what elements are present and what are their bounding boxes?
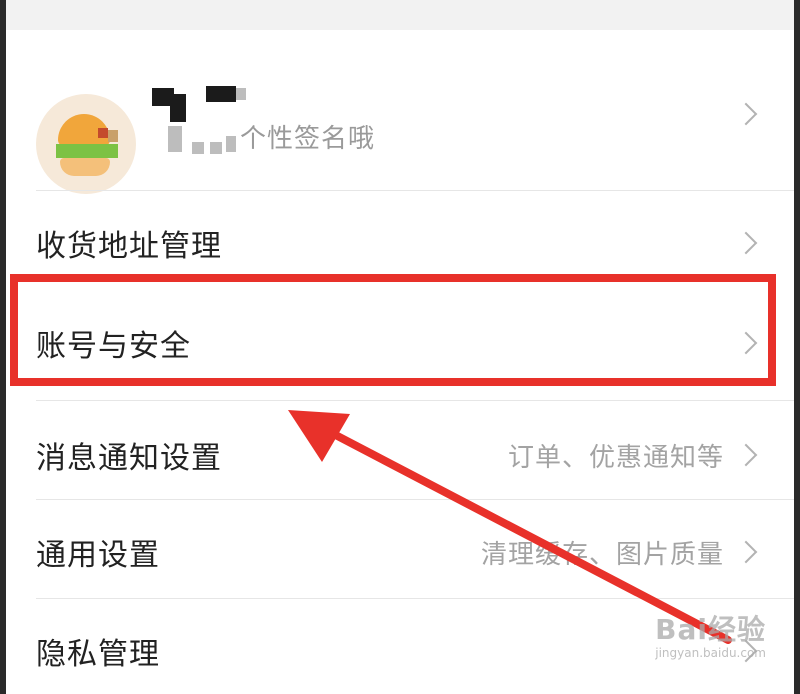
menu-item-label: 通用设置 <box>36 538 160 573</box>
chevron-right-icon <box>734 231 758 255</box>
watermark-sub: jingyan.baidu.com <box>655 646 766 660</box>
chevron-right-icon <box>734 443 758 467</box>
menu-item-general[interactable]: 通用设置 清理缓存、图片质量 <box>6 500 794 598</box>
chevron-right-icon <box>734 540 758 564</box>
menu-item-label: 隐私管理 <box>36 637 160 672</box>
baidu-watermark: Bai经验 jingyan.baidu.com <box>655 608 766 660</box>
menu-item-hint: 订单、优惠通知等 <box>507 443 724 473</box>
watermark-main: Bai经验 <box>655 613 766 646</box>
menu-item-label: 收货地址管理 <box>36 229 222 264</box>
top-band <box>6 0 794 30</box>
chevron-right-icon <box>734 102 758 126</box>
avatar[interactable] <box>36 94 136 194</box>
menu-item-label: 消息通知设置 <box>36 441 222 476</box>
menu-item-hint: 清理缓存、图片质量 <box>480 540 724 570</box>
profile-row[interactable]: 个性签名哦 <box>6 30 794 194</box>
signature-text: 个性签名哦 <box>240 124 376 154</box>
menu-item-notifications[interactable]: 消息通知设置 订单、优惠通知等 <box>6 401 794 499</box>
settings-screen: 个性签名哦 收货地址管理 账号与安全 消息通知设置 订单、优惠通知等 通用设置 … <box>6 0 794 694</box>
highlight-box <box>10 274 776 386</box>
